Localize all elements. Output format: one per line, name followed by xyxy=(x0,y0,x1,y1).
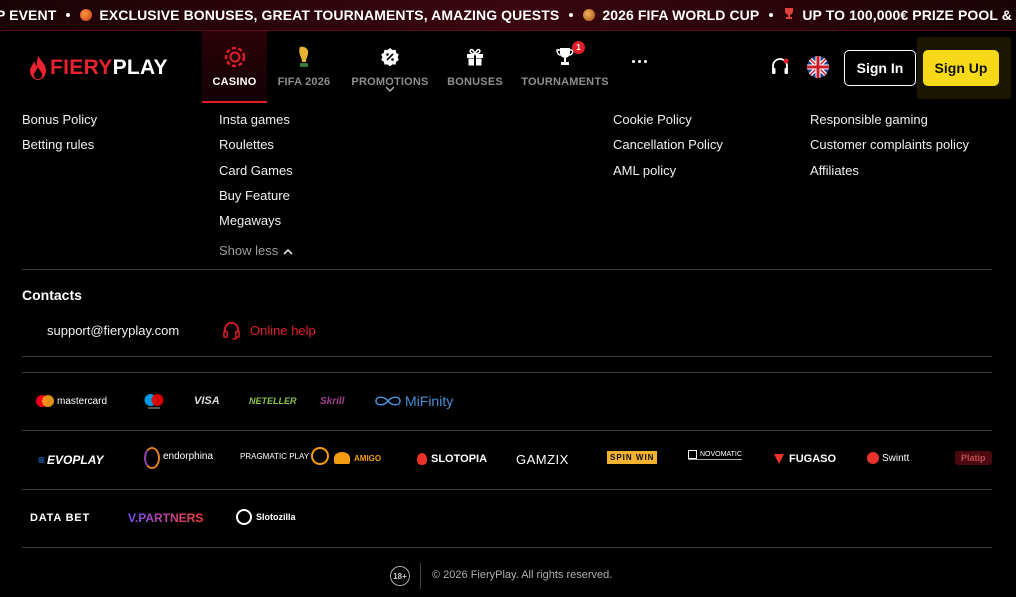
platipus-logo: Platip xyxy=(955,451,992,465)
nav-label: CASINO xyxy=(212,76,257,88)
footer-link[interactable]: Buy Feature xyxy=(219,188,293,213)
nav-label: FIFA 2026 xyxy=(277,76,331,88)
uk-flag-icon[interactable] xyxy=(807,56,829,78)
skrill-logo: Skrill xyxy=(320,396,345,407)
fieryplay-logo[interactable]: FIERYPLAY xyxy=(28,55,168,81)
ticker-item[interactable]: 2026 FIFA WORLD CUP xyxy=(583,7,759,23)
trophy-icon: 1 xyxy=(556,41,585,68)
flame-icon xyxy=(30,56,46,80)
footer-links-col4: Responsible gaming Customer complaints p… xyxy=(810,112,969,188)
footer-link[interactable]: Cookie Policy xyxy=(613,112,723,137)
ticker-separator xyxy=(569,13,574,17)
promo-ticker: P EVENT EXCLUSIVE BONUSES, GREAT TOURNAM… xyxy=(0,0,1016,31)
evoplay-logo: ≡ EVOPLAY xyxy=(38,453,104,467)
logo-text-play: PLAY xyxy=(112,56,168,79)
spin-win-logo: SPIN WIN xyxy=(607,451,658,464)
gamzix-logo: GAMZIX xyxy=(516,452,569,467)
footer-link[interactable]: AML policy xyxy=(613,163,723,188)
payment-logos: mastercard VISA NETELLER Skrill MiFinity xyxy=(0,387,1016,417)
nav-bonuses[interactable]: BONUSES xyxy=(445,31,505,103)
gift-icon xyxy=(465,46,485,68)
pragmatic-play-logo: PRAGMATIC PLAY xyxy=(240,447,330,465)
footer-links-col3: Cookie Policy Cancellation Policy AML po… xyxy=(613,112,723,188)
divider xyxy=(420,563,421,589)
footer-link[interactable]: Insta games xyxy=(219,112,293,137)
footer-link[interactable]: Cancellation Policy xyxy=(613,137,723,162)
ticker-item[interactable]: P EVENT xyxy=(0,7,56,23)
footer-links-col2: Insta games Roulettes Card Games Buy Fea… xyxy=(219,112,293,264)
nav-casino[interactable]: CASINO xyxy=(202,31,267,103)
online-help-link[interactable]: Online help xyxy=(222,321,316,340)
divider xyxy=(22,372,992,373)
headset-icon[interactable] xyxy=(770,57,790,77)
world-cup-icon xyxy=(297,46,311,68)
nav-fifa-2026[interactable]: FIFA 2026 xyxy=(272,31,336,103)
divider xyxy=(22,489,992,490)
maestro-logo xyxy=(144,393,164,409)
footer-link[interactable]: Card Games xyxy=(219,163,293,188)
sign-up-button[interactable]: Sign Up xyxy=(923,50,999,86)
nav-label: TOURNAMENTS xyxy=(521,76,609,88)
divider xyxy=(22,356,992,357)
mastercard-logo: mastercard xyxy=(36,395,107,407)
ball-icon xyxy=(80,9,93,21)
footer-link[interactable]: Affiliates xyxy=(810,163,969,188)
visa-logo: VISA xyxy=(194,395,220,407)
sign-in-button[interactable]: Sign In xyxy=(844,50,916,86)
contacts-title: Contacts xyxy=(22,287,82,303)
slotozilla-logo: Slotozilla xyxy=(236,509,296,525)
databet-logo: DATA BET xyxy=(30,512,90,524)
swintt-logo: Swintt xyxy=(867,452,909,464)
amigo-gaming-logo: AMIGO xyxy=(334,452,381,464)
fugaso-logo: FUGASO xyxy=(773,453,836,465)
logo-text-fiery: FIERY xyxy=(50,56,113,79)
novomatic-logo: NOVOMATIC xyxy=(688,450,742,460)
ticker-item[interactable]: UP TO 100,000€ PRIZE POOL & 1000 FREE SP… xyxy=(783,7,1016,23)
age-restriction-badge: 18+ xyxy=(390,566,410,586)
notification-badge: 1 xyxy=(572,41,585,54)
show-less-toggle[interactable]: Show less xyxy=(219,238,293,263)
mifinity-logo: MiFinity xyxy=(374,393,453,409)
endorphina-logo: endorphina xyxy=(144,447,213,469)
divider xyxy=(22,430,992,431)
percent-badge-icon xyxy=(380,46,400,68)
footer-link[interactable]: Responsible gaming xyxy=(810,112,969,137)
ticker-separator xyxy=(769,13,774,17)
chevron-up-icon xyxy=(283,248,293,255)
divider xyxy=(22,269,992,270)
footer-link[interactable]: Roulettes xyxy=(219,137,293,162)
divider xyxy=(22,547,992,548)
sign-up-highlight: Sign Up xyxy=(917,37,1011,99)
partner-logos: DATA BET V.PARTNERS Slotozilla xyxy=(0,504,1016,534)
chevron-down-icon xyxy=(385,86,395,92)
provider-logos: ≡ EVOPLAY endorphina PRAGMATIC PLAY AMIGO… xyxy=(0,445,1016,475)
site-header: FIERYPLAY CASINO FIFA 2026 PROMOTIONS BO… xyxy=(0,31,1016,103)
casino-chip-icon xyxy=(224,46,246,68)
support-email-link[interactable]: support@fieryplay.com xyxy=(47,323,179,338)
footer-link[interactable]: Bonus Policy xyxy=(22,112,97,137)
copyright-text: © 2026 FieryPlay. All rights reserved. xyxy=(432,569,613,581)
footer-link[interactable]: Betting rules xyxy=(22,137,97,162)
nav-tournaments[interactable]: 1 TOURNAMENTS xyxy=(520,31,610,103)
nav-promotions[interactable]: PROMOTIONS xyxy=(349,31,431,103)
medal-icon xyxy=(583,9,596,21)
ticker-item[interactable]: EXCLUSIVE BONUSES, GREAT TOURNAMENTS, AM… xyxy=(80,7,559,23)
more-menu-icon[interactable] xyxy=(632,60,647,63)
footer-link[interactable]: Customer complaints policy xyxy=(810,137,969,162)
footer-link[interactable]: Megaways xyxy=(219,213,293,238)
footer-links-col1: Bonus Policy Betting rules xyxy=(22,112,97,163)
slotopia-logo: SLOTOPIA xyxy=(417,453,487,465)
nav-label: BONUSES xyxy=(447,76,503,88)
trophy-icon xyxy=(783,7,795,23)
vpartners-logo: V.PARTNERS xyxy=(128,511,204,525)
neteller-logo: NETELLER xyxy=(249,396,297,406)
ticker-separator xyxy=(66,13,71,17)
headset-icon xyxy=(223,322,240,340)
